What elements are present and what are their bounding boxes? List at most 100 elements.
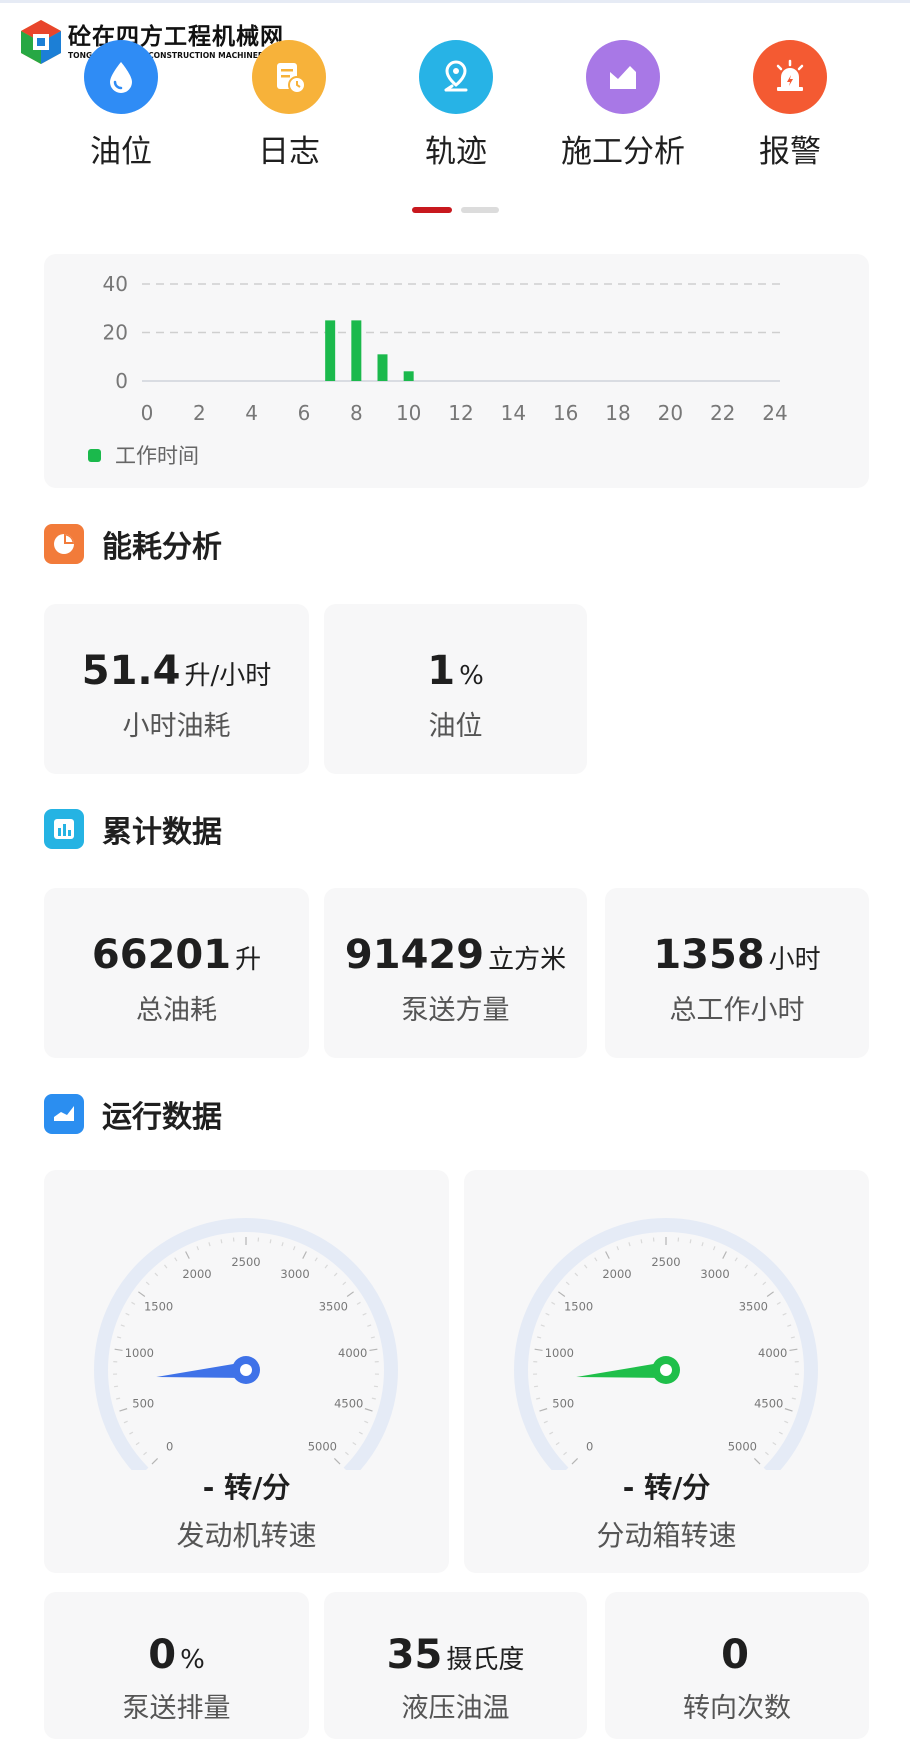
nav-item-log[interactable]: 日志 bbox=[205, 40, 373, 172]
gauge-tick bbox=[151, 1457, 159, 1465]
gauge-tick bbox=[143, 1451, 147, 1456]
gauge-tick bbox=[712, 1246, 716, 1251]
gauge-tick bbox=[558, 1291, 566, 1298]
stat-label: 总油耗 bbox=[136, 995, 217, 1026]
gauge-tick bbox=[356, 1301, 361, 1305]
x-tick-label: 0 bbox=[141, 401, 154, 425]
gauge-tick-label: 2000 bbox=[182, 1267, 211, 1281]
stat-pumping-volume: 91429 立方米 泵送方量 bbox=[324, 888, 587, 1058]
gauge-tick-label: 3500 bbox=[319, 1300, 348, 1314]
gauge-tick bbox=[762, 1281, 767, 1286]
gauge-tick bbox=[628, 1242, 631, 1247]
stat-value: 0 bbox=[148, 1632, 177, 1678]
gauge-tick bbox=[605, 1251, 610, 1259]
gauge-tick bbox=[120, 1324, 125, 1327]
nav-icon-circle bbox=[586, 40, 660, 114]
stat-hourly-fuel: 51.4 升/小时 小时油耗 bbox=[44, 604, 309, 774]
gauge-value: - 转/分 bbox=[464, 1466, 869, 1506]
gauge-tick bbox=[370, 1336, 375, 1339]
gauge-tick bbox=[539, 1408, 548, 1412]
nav-item-alarm[interactable]: 报警 bbox=[706, 40, 874, 172]
gauge-card-transfer-case-speed: 0 500 1000 1500 2000 2500 3000 3500 4000 4500 5000… bbox=[464, 1170, 869, 1573]
nav-icon-circle bbox=[419, 40, 493, 114]
gauge-tick bbox=[772, 1442, 777, 1446]
gauge-tick-label: 1000 bbox=[545, 1346, 574, 1360]
gauge-tick-label: 3000 bbox=[280, 1267, 309, 1281]
gauge-tick-label: 5000 bbox=[308, 1439, 337, 1453]
gauge-tick bbox=[364, 1420, 369, 1424]
stat-unit: % bbox=[459, 661, 484, 691]
section-title: 运行数据 bbox=[102, 1100, 222, 1135]
gauge-tick bbox=[766, 1291, 774, 1298]
gauge-value-unit: 转/分 bbox=[644, 1471, 711, 1504]
gauge-tick bbox=[125, 1312, 130, 1316]
gauge-tick bbox=[551, 1301, 556, 1305]
gauge-tick-label: 4000 bbox=[338, 1346, 367, 1360]
x-tick-label: 12 bbox=[448, 401, 473, 425]
gauge-tick bbox=[358, 1431, 363, 1435]
droplet-icon bbox=[110, 62, 132, 93]
gauge-tick bbox=[324, 1264, 328, 1269]
gauge-tick bbox=[563, 1451, 567, 1456]
gauge-tick bbox=[543, 1420, 548, 1424]
gauge-tick-label: 2000 bbox=[602, 1267, 631, 1281]
stat-label: 泵送方量 bbox=[401, 995, 510, 1026]
pager-dot-active[interactable] bbox=[412, 207, 452, 213]
nav-label: 施工分析 bbox=[561, 134, 685, 170]
stat-value: 1 bbox=[427, 648, 456, 694]
y-tick-label: 40 bbox=[103, 272, 128, 296]
chart-bar[interactable] bbox=[377, 354, 388, 381]
gauge-tick-label: 5000 bbox=[728, 1439, 757, 1453]
transfer-case-speed-gauge: 0 500 1000 1500 2000 2500 3000 3500 4000 4500 5000 bbox=[514, 1218, 818, 1470]
stat-unit: 升/小时 bbox=[184, 661, 272, 691]
gauge-tick bbox=[117, 1336, 122, 1339]
gauge-tick bbox=[138, 1291, 146, 1298]
gauge-tick bbox=[574, 1272, 579, 1277]
gauge-tick bbox=[776, 1301, 781, 1305]
gauge-tick bbox=[346, 1291, 354, 1298]
pager-dot[interactable] bbox=[461, 207, 499, 213]
x-tick-label: 8 bbox=[350, 401, 363, 425]
area-chart-icon bbox=[44, 1094, 84, 1134]
section-energy: 能耗分析 bbox=[44, 522, 222, 566]
gauge-tick bbox=[269, 1239, 272, 1244]
gauge-value-unit: 转/分 bbox=[224, 1471, 291, 1504]
nav-item-track[interactable]: 轨迹 bbox=[372, 40, 540, 172]
chart-legend[interactable]: 工作时间 bbox=[88, 440, 199, 470]
stat-value: 1358 bbox=[653, 932, 765, 978]
chart-bar[interactable] bbox=[403, 371, 414, 381]
gauge-tick bbox=[533, 1385, 539, 1388]
gauge-tick bbox=[787, 1324, 792, 1327]
gauge-tick bbox=[784, 1408, 793, 1412]
gauge-tick bbox=[545, 1312, 550, 1316]
nav-item-construction-analysis[interactable]: 施工分析 bbox=[539, 40, 707, 172]
x-tick-label: 16 bbox=[553, 401, 578, 425]
gauge-tick bbox=[208, 1242, 211, 1247]
gauge-tick bbox=[701, 1242, 704, 1247]
nav-icon-circle bbox=[252, 40, 326, 114]
gauge-tick bbox=[753, 1272, 758, 1277]
x-tick-label: 24 bbox=[762, 401, 787, 425]
gauge-tick bbox=[314, 1257, 318, 1262]
stat-value: 51.4 bbox=[81, 648, 181, 694]
chart-bar[interactable] bbox=[325, 320, 336, 381]
gauge-tick bbox=[292, 1246, 296, 1251]
gauge-tick bbox=[113, 1385, 119, 1388]
chart-bar[interactable] bbox=[351, 320, 362, 381]
gauge-tick-label: 1000 bbox=[125, 1346, 154, 1360]
stat-label: 液压油温 bbox=[401, 1693, 510, 1724]
gauge-tick bbox=[782, 1312, 787, 1316]
nav-item-oil-level[interactable]: 油位 bbox=[37, 40, 205, 172]
location-pin-icon bbox=[444, 60, 468, 92]
y-tick-label: 20 bbox=[103, 321, 128, 345]
pie-chart-icon bbox=[44, 524, 84, 564]
gauge-tick bbox=[131, 1301, 136, 1305]
stat-unit: 升 bbox=[235, 945, 262, 975]
function-nav: 油位 日志 轨迹 施工分析 报警 bbox=[0, 40, 910, 180]
gauge-tick bbox=[174, 1257, 178, 1262]
gauge-tick bbox=[302, 1251, 307, 1259]
gauge-tick-label: 4000 bbox=[758, 1346, 787, 1360]
section-cumulative: 累计数据 bbox=[44, 807, 222, 851]
gauge-tick bbox=[537, 1336, 542, 1339]
legend-swatch bbox=[88, 448, 101, 462]
